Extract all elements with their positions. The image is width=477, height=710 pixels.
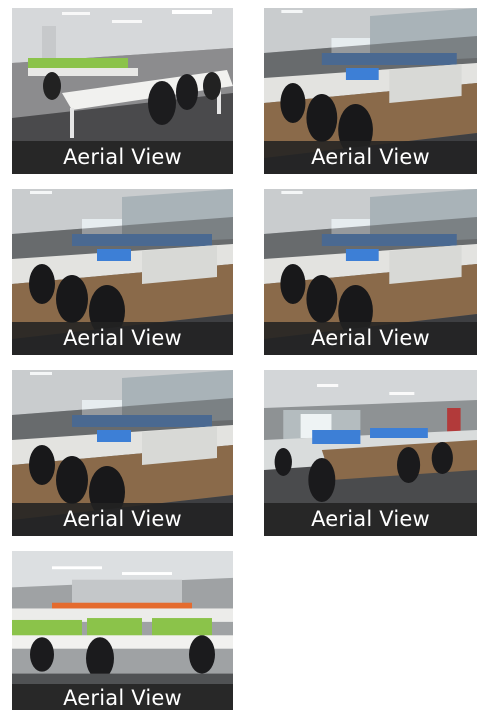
photo-gallery: Aerial View Aerial View Aerial View Aeri…	[0, 0, 477, 710]
gallery-item-4[interactable]: Aerial View	[264, 189, 477, 355]
gallery-item-6[interactable]: Aerial View	[264, 370, 477, 536]
gallery-caption: Aerial View	[12, 684, 233, 710]
gallery-item-2[interactable]: Aerial View	[264, 8, 477, 174]
gallery-item-1[interactable]: Aerial View	[12, 8, 233, 174]
gallery-item-5[interactable]: Aerial View	[12, 370, 233, 536]
gallery-caption: Aerial View	[264, 503, 477, 536]
gallery-caption: Aerial View	[12, 503, 233, 536]
gallery-caption: Aerial View	[264, 141, 477, 174]
gallery-caption: Aerial View	[264, 322, 477, 355]
gallery-item-3[interactable]: Aerial View	[12, 189, 233, 355]
gallery-caption: Aerial View	[12, 141, 233, 174]
gallery-caption: Aerial View	[12, 322, 233, 355]
gallery-item-7[interactable]: Aerial View	[12, 551, 233, 710]
